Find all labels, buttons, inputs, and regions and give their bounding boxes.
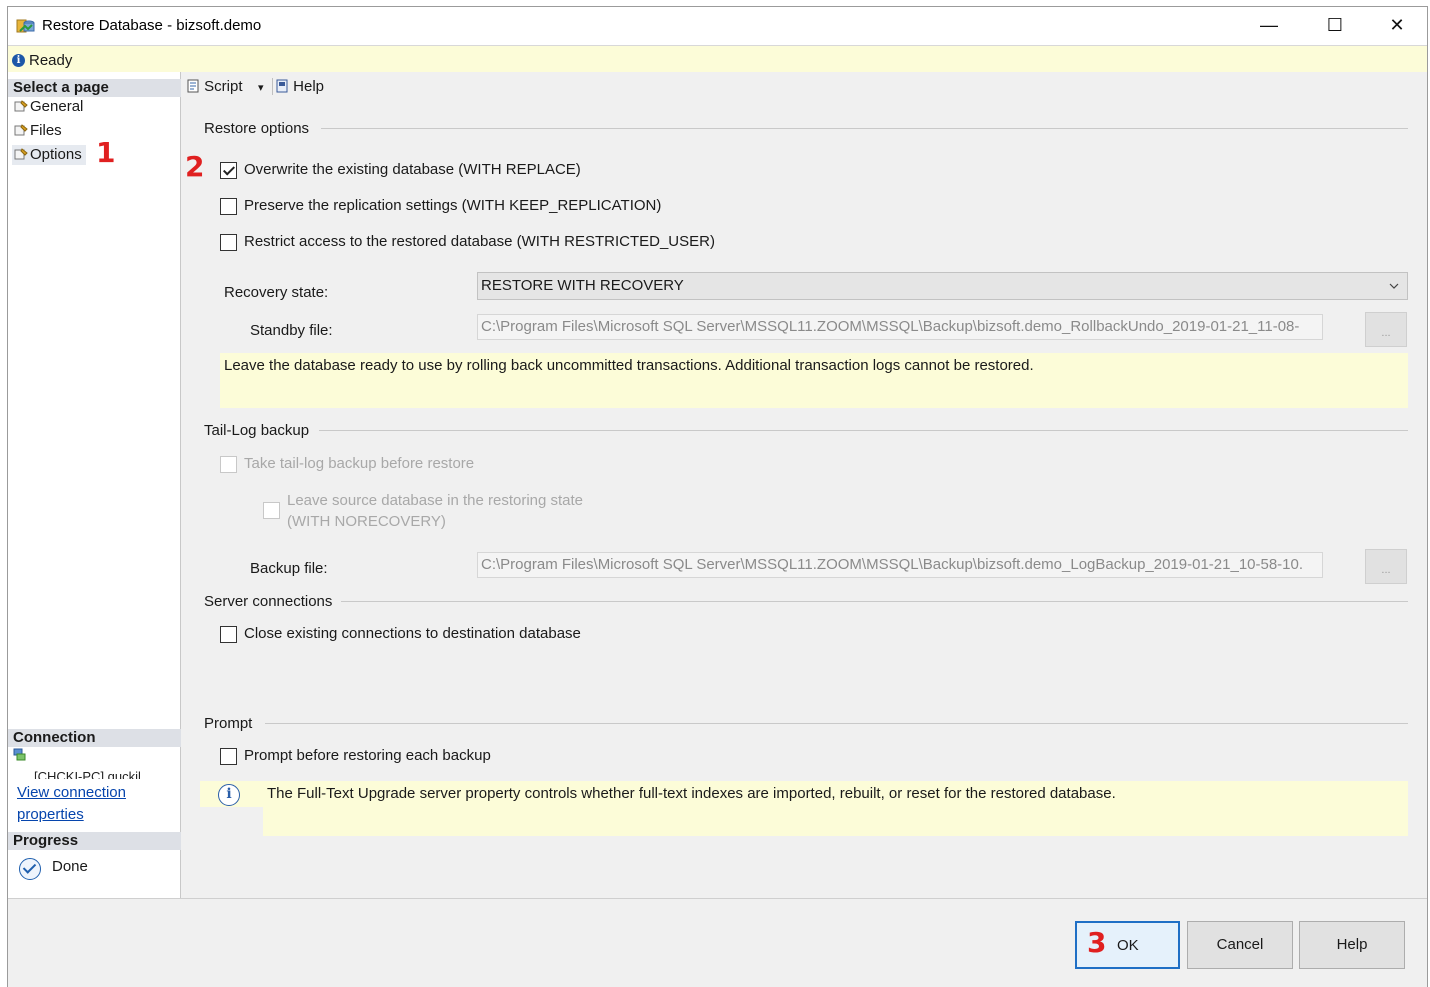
page-item-files[interactable]: Files: [12, 121, 66, 141]
restrict-access-checkbox[interactable]: [220, 234, 237, 251]
close-connections-checkbox[interactable]: [220, 626, 237, 643]
page-item-options[interactable]: Options: [12, 145, 86, 165]
prompt-before-label: Prompt before restoring each backup: [244, 747, 491, 764]
restore-database-icon: [16, 19, 35, 33]
page-item-label: General: [30, 98, 84, 115]
page-wrench-icon: [14, 148, 28, 160]
standby-file-input[interactable]: C:\Program Files\Microsoft SQL Server\MS…: [477, 314, 1323, 340]
take-tail-log-label: Take tail-log backup before restore: [244, 455, 475, 472]
step-marker-3: 3: [1087, 926, 1107, 959]
progress-status: Done: [52, 858, 88, 875]
view-connection-link[interactable]: View connection: [17, 784, 126, 801]
recovery-state-label: Recovery state:: [224, 284, 329, 301]
information-icon: i: [218, 784, 240, 806]
group-divider: [319, 430, 1408, 431]
connection-server: [CHCKI-PC] quckil: [34, 769, 141, 779]
cancel-button[interactable]: Cancel: [1187, 921, 1293, 969]
leave-source-label-line1: Leave source database in the restoring s…: [287, 492, 584, 509]
minimize-icon: —: [1260, 15, 1278, 35]
maximize-icon: ☐: [1326, 15, 1344, 35]
recovery-note: Leave the database ready to use by rolli…: [220, 353, 1408, 408]
close-button[interactable]: ✕: [1367, 7, 1427, 45]
preserve-replication-checkbox[interactable]: [220, 198, 237, 215]
select-page-header: Select a page: [8, 79, 181, 97]
left-pane: Select a page General Files Options 1 Co…: [8, 72, 181, 898]
status-strip: i Ready: [8, 45, 1427, 72]
page-wrench-icon: [14, 100, 28, 112]
help-label: Help: [293, 78, 325, 95]
prompt-before-checkbox[interactable]: [220, 748, 237, 765]
page-wrench-icon: [14, 124, 28, 136]
fulltext-note: The Full-Text Upgrade server property co…: [263, 781, 1408, 836]
ok-button[interactable]: 3 OK: [1075, 921, 1180, 969]
help-toolbar-button[interactable]: Help: [272, 78, 324, 95]
close-connections-label: Close existing connections to destinatio…: [244, 625, 581, 642]
recovery-state-select[interactable]: RESTORE WITH RECOVERY: [477, 272, 1408, 300]
script-icon: [187, 79, 199, 93]
leave-source-checkbox[interactable]: [263, 502, 280, 519]
group-divider: [265, 723, 1408, 724]
toolbar: Script ▾ Help: [182, 72, 1427, 102]
script-dropdown-icon[interactable]: ▾: [258, 81, 264, 94]
standby-file-label: Standby file:: [250, 322, 333, 339]
status-text: Ready: [29, 52, 73, 69]
backup-browse-button[interactable]: ...: [1365, 549, 1407, 584]
connection-header: Connection: [8, 729, 181, 747]
step-marker-1: 1: [96, 136, 116, 169]
restore-options-header: Restore options: [204, 120, 310, 137]
standby-browse-button[interactable]: ...: [1365, 312, 1407, 347]
restrict-access-label: Restrict access to the restored database…: [244, 233, 715, 250]
backup-file-label: Backup file:: [250, 560, 328, 577]
group-divider: [321, 128, 1408, 129]
server-icon: [13, 748, 26, 761]
progress-header: Progress: [8, 832, 181, 850]
group-divider: [341, 601, 1408, 602]
script-label: Script: [204, 78, 243, 95]
take-tail-log-checkbox[interactable]: [220, 456, 237, 473]
close-icon: ✕: [1389, 15, 1405, 35]
server-connections-header: Server connections: [204, 593, 333, 610]
connection-properties-link[interactable]: properties: [17, 806, 84, 823]
maximize-button[interactable]: ☐: [1305, 7, 1365, 45]
tail-log-header: Tail-Log backup: [204, 422, 310, 439]
restore-database-dialog: Restore Database - bizsoft.demo — ☐ ✕ i …: [7, 6, 1428, 987]
preserve-replication-label: Preserve the replication settings (WITH …: [244, 197, 662, 214]
info-icon: i: [12, 54, 25, 67]
ok-label: OK: [1117, 937, 1139, 954]
recovery-state-value: RESTORE WITH RECOVERY: [481, 277, 684, 294]
script-button[interactable]: Script: [186, 78, 243, 95]
overwrite-label: Overwrite the existing database (WITH RE…: [244, 161, 581, 178]
window-title: Restore Database - bizsoft.demo: [42, 17, 262, 34]
dialog-button-bar: 3 OK Cancel Help: [8, 898, 1427, 987]
prompt-header: Prompt: [204, 715, 253, 732]
done-check-icon: [19, 858, 41, 880]
overwrite-checkbox[interactable]: [220, 162, 237, 179]
chevron-down-icon: [1389, 283, 1399, 289]
backup-file-input[interactable]: C:\Program Files\Microsoft SQL Server\MS…: [477, 552, 1323, 578]
title-bar[interactable]: Restore Database - bizsoft.demo — ☐ ✕: [8, 7, 1427, 45]
minimize-button[interactable]: —: [1239, 7, 1299, 45]
step-marker-2: 2: [185, 150, 205, 183]
page-item-general[interactable]: General: [12, 97, 87, 117]
leave-source-label-line2: (WITH NORECOVERY): [287, 513, 446, 530]
help-book-icon: [276, 79, 288, 93]
help-button[interactable]: Help: [1299, 921, 1405, 969]
page-item-label: Options: [30, 146, 82, 163]
page-item-label: Files: [30, 122, 62, 139]
